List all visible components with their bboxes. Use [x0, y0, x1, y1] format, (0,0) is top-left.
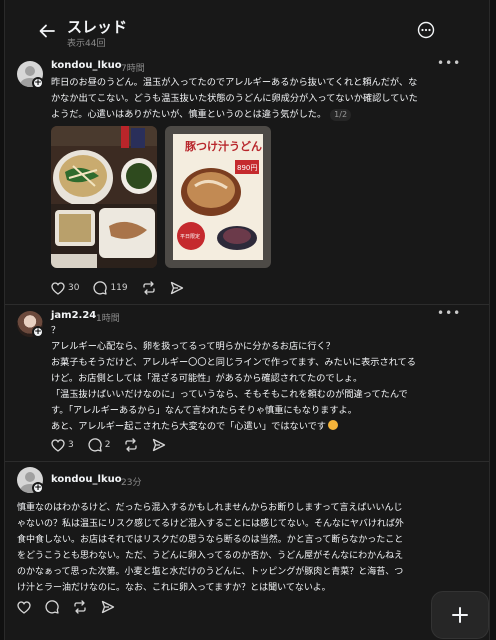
- username[interactable]: jam2.24: [51, 310, 96, 321]
- more-options-button[interactable]: [417, 21, 435, 39]
- heart-icon: [51, 438, 65, 452]
- comment-button[interactable]: 2: [88, 438, 111, 452]
- plus-icon: [452, 607, 468, 623]
- image-counter: 1/2: [330, 109, 352, 121]
- heart-icon: [51, 281, 65, 295]
- comment-icon: [88, 438, 102, 452]
- header: スレッド 表示44回: [5, 0, 489, 52]
- view-count: 表示44回: [67, 39, 106, 49]
- back-button[interactable]: [35, 20, 59, 42]
- timestamp: 7時間: [121, 64, 145, 74]
- share-button[interactable]: [170, 281, 184, 295]
- username[interactable]: kondou_lkuo: [51, 474, 122, 485]
- comment-icon: [45, 600, 59, 614]
- follow-plus-icon[interactable]: +: [32, 482, 44, 494]
- post-actions: 30 119: [51, 281, 198, 295]
- menu-badge-text: 平日限定: [180, 233, 200, 240]
- repost-icon: [74, 600, 86, 614]
- timestamp: 23分: [121, 478, 142, 488]
- like-button[interactable]: [17, 600, 31, 614]
- menu-title-text: 豚つけ汁うどん: [185, 139, 262, 153]
- like-count: 3: [68, 440, 74, 450]
- comment-count: 2: [104, 440, 111, 450]
- menu-photo[interactable]: 豚つけ汁うどん 890円 平日限定: [165, 126, 271, 268]
- post-menu-icon[interactable]: •••: [437, 306, 461, 320]
- post-text: 昨日のお昼のうどん。温玉が入ってたのでアレルギーあるから抜いてくれと頼んだが、な…: [51, 77, 418, 121]
- post-menu-icon[interactable]: •••: [437, 56, 461, 70]
- more-circle-icon: [417, 21, 435, 39]
- send-icon: [153, 438, 166, 452]
- thread-panel: スレッド 表示44回 + kondou_lkuo 7時間 ••• 昨日のお昼のう…: [4, 0, 490, 640]
- post-actions: 3 2: [51, 438, 180, 452]
- repost-icon: [142, 281, 155, 295]
- username[interactable]: kondou_lkuo: [51, 60, 122, 71]
- divider: [5, 461, 489, 462]
- post-actions: [17, 600, 129, 614]
- create-post-button[interactable]: [431, 591, 489, 639]
- repost-button[interactable]: [142, 281, 156, 295]
- comment-button[interactable]: 119: [93, 281, 128, 295]
- menu-price-text: 890円: [237, 164, 257, 172]
- like-button[interactable]: 30: [51, 281, 80, 295]
- repost-icon: [125, 438, 138, 452]
- comment-icon: [93, 281, 108, 295]
- page-title: スレッド: [67, 18, 128, 36]
- follow-plus-icon[interactable]: +: [32, 77, 44, 89]
- repost-button[interactable]: [124, 438, 138, 452]
- food-photo[interactable]: [51, 126, 157, 268]
- repost-button[interactable]: [73, 600, 87, 614]
- like-button[interactable]: 3: [51, 438, 74, 452]
- comment-count: 119: [110, 283, 128, 293]
- heart-icon: [17, 600, 31, 614]
- follow-plus-icon[interactable]: +: [32, 326, 44, 338]
- like-count: 30: [68, 283, 80, 293]
- send-icon: [101, 600, 115, 614]
- sweat-smile-emoji-icon: [327, 420, 338, 430]
- send-icon: [170, 281, 183, 295]
- arrow-left-icon: [39, 24, 55, 38]
- comment-button[interactable]: [45, 600, 59, 614]
- share-button[interactable]: [152, 438, 166, 452]
- post-text: ？ アレルギー心配なら、卵を扱ってるって明らかに分かるお店に行く？ お菓子もそう…: [51, 325, 416, 432]
- divider: [5, 304, 489, 305]
- share-button[interactable]: [101, 600, 115, 614]
- post-text: 慎重なのはわかるけど、だったら混入するかもしれませんからお断りしますって言えばい…: [17, 503, 404, 593]
